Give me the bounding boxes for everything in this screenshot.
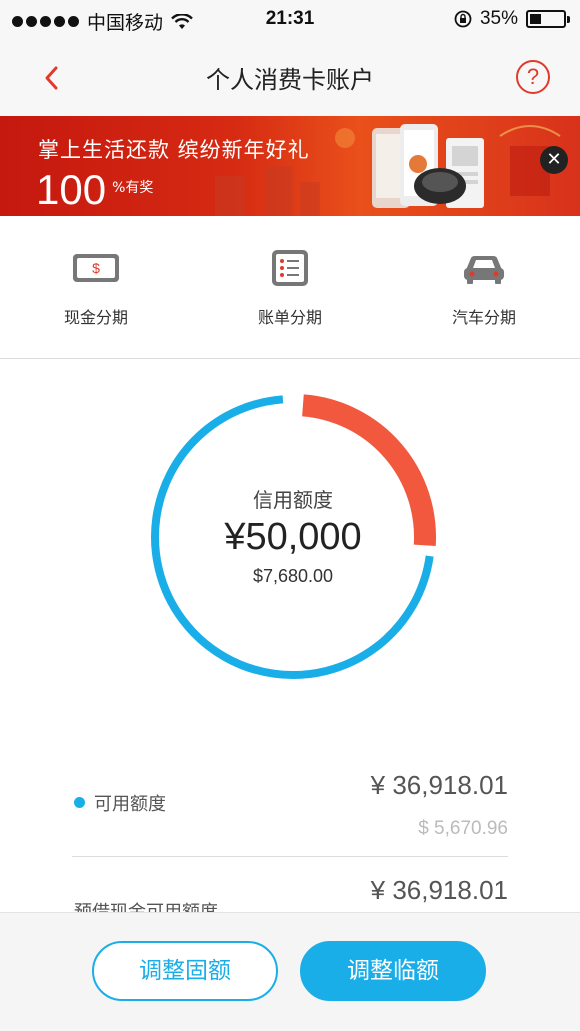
banner-number: 100 xyxy=(36,166,107,213)
credit-limit-label: 信用额度 xyxy=(253,488,333,512)
shortcut-label: 账单分期 xyxy=(257,308,322,327)
cash-installment-icon: $ xyxy=(73,254,119,282)
cash-advance-row: 预借现金可用额度 ¥ 36,918.01 xyxy=(74,872,508,923)
row-divider xyxy=(72,856,508,857)
bill-installment-icon xyxy=(272,250,308,286)
battery-icon xyxy=(526,10,570,28)
credit-limit-usd: $7,680.00 xyxy=(252,566,334,586)
nav-bar: 个人消费卡账户 ? xyxy=(0,40,580,116)
available-credit-label: 可用额度 xyxy=(94,794,166,815)
shortcut-label: 现金分期 xyxy=(63,308,128,327)
adjust-temp-limit-button[interactable]: 调整临额 xyxy=(300,941,486,1001)
banner-close-button[interactable]: ✕ xyxy=(540,146,568,174)
banner-headline: 掌上生活还款 缤纷新年好礼 xyxy=(38,138,310,162)
cash-advance-value: ¥ 36,918.01 xyxy=(370,875,508,905)
status-right: 35% xyxy=(454,8,570,30)
available-credit-value: ¥ 36,918.01 xyxy=(370,770,508,800)
available-credit-usd: $ 5,670.96 xyxy=(418,818,508,839)
shortcut-car-installment[interactable]: 汽车分期 xyxy=(409,248,559,328)
promo-banner[interactable]: 掌上生活还款 缤纷新年好礼 100 %有奖 ✕ xyxy=(0,116,580,216)
banner-promo: 100 %有奖 xyxy=(36,166,153,214)
svg-text:$: $ xyxy=(92,260,100,276)
banner-suffix: %有奖 xyxy=(112,180,154,196)
adjust-fixed-limit-button[interactable]: 调整固额 xyxy=(92,941,278,1001)
shortcut-label: 汽车分期 xyxy=(451,308,516,327)
battery-percent: 35% xyxy=(479,8,518,29)
page-title: 个人消费卡账户 xyxy=(206,66,374,94)
installment-shortcuts: $ 现金分期 账单分期 汽车分期 xyxy=(0,216,580,359)
shortcut-bill-installment[interactable]: 账单分期 xyxy=(215,248,365,328)
bottom-action-bar: 调整固额 调整临额 xyxy=(0,912,580,1031)
credit-limit-amount: ¥50,000 xyxy=(224,516,362,558)
status-bar: 中国移动 21:31 35% xyxy=(0,0,580,40)
available-dot xyxy=(74,797,85,808)
car-installment-icon xyxy=(464,256,504,284)
help-button[interactable]: ? xyxy=(516,60,550,94)
available-credit-row: 可用额度 ¥ 36,918.01 $ 5,670.96 xyxy=(74,768,508,848)
shortcut-cash-installment[interactable]: $ 现金分期 xyxy=(21,248,171,328)
rotation-lock-icon xyxy=(454,10,472,28)
credit-summary: 信用额度 ¥50,000 $7,680.00 xyxy=(148,392,438,682)
